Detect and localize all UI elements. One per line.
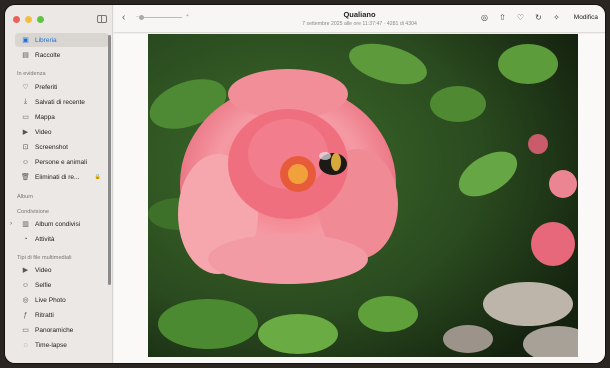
lock-icon: 🔒 <box>94 174 101 180</box>
section-condivisione: Condivisione <box>17 209 50 215</box>
sidebar-toggle-icon[interactable] <box>97 15 107 23</box>
sidebar-item-selfie[interactable]: ☺ Selfie <box>15 278 109 292</box>
sidebar-item-label: Selfie <box>35 281 52 289</box>
sidebar-item-label: Time-lapse <box>35 341 67 349</box>
sidebar-item-label: Mappa <box>35 113 55 121</box>
sidebar-item-live-photo[interactable]: ◎ Live Photo <box>15 293 109 307</box>
sidebar-item-label: Live Photo <box>35 296 66 304</box>
heart-icon: ♡ <box>22 84 29 91</box>
share-icon[interactable]: ⇧ <box>498 13 507 22</box>
live-photo-toggle-icon[interactable]: ◎ <box>480 13 489 22</box>
live-photo-icon: ◎ <box>22 297 29 304</box>
close-button[interactable] <box>13 16 20 23</box>
time-lapse-icon: ◌ <box>23 341 28 349</box>
screenshot-icon: ⊡ <box>22 144 29 151</box>
photo-viewer <box>114 34 605 363</box>
window-controls <box>13 16 44 23</box>
person-icon: ☺ <box>21 158 30 166</box>
sidebar-item-label: Preferiti <box>35 83 58 91</box>
sidebar-item-eliminati[interactable]: 🗑 Eliminati di re... 🔒 <box>15 170 109 184</box>
sidebar-item-persone[interactable]: ☺ Persone e animali <box>15 155 109 169</box>
sidebar-scrollbar[interactable] <box>108 35 111 285</box>
section-tipi: Tipi di file multimediali <box>17 255 72 261</box>
edit-button[interactable]: Modifica <box>574 14 598 21</box>
section-in-evidenza: In evidenza <box>17 71 46 77</box>
sidebar-item-label: Album condivisi <box>35 220 81 228</box>
sidebar-item-video[interactable]: ▶ Video <box>15 125 109 139</box>
sidebar-item-raccolte[interactable]: ▤ Raccolte <box>15 48 109 62</box>
sidebar-item-libreria[interactable]: ▣ Libreria <box>15 33 109 47</box>
sidebar-item-label: Salvati di recente <box>35 98 85 106</box>
toolbar: ‹ − + Qualiano 7 settembre 2025 alle ore… <box>114 5 605 33</box>
sidebar-item-ritratti[interactable]: ƒ Ritratti <box>15 308 109 322</box>
sidebar-item-label: Persone e animali <box>35 158 88 166</box>
video-icon: ▶ <box>22 267 29 274</box>
sidebar-item-video2[interactable]: ▶ Video <box>15 263 109 277</box>
selfie-icon: ☺ <box>21 281 30 289</box>
shared-album-icon: ▥ <box>22 221 29 228</box>
magic-wand-icon[interactable]: ✧ <box>552 13 561 22</box>
map-icon: ▭ <box>22 114 29 121</box>
collections-icon: ▤ <box>22 52 29 59</box>
photo-library-icon: ▣ <box>22 37 29 44</box>
sidebar-item-label: Eliminati di re... <box>35 173 80 181</box>
sidebar-item-salvati[interactable]: ⤓ Salvati di recente <box>15 95 109 109</box>
minimize-button[interactable] <box>25 16 32 23</box>
sidebar-item-preferiti[interactable]: ♡ Preferiti <box>15 80 109 94</box>
sidebar-item-label: Attività <box>35 235 55 243</box>
activity-icon: ◔ <box>23 235 28 243</box>
video-icon: ▶ <box>22 129 29 136</box>
sidebar-item-label: Video <box>35 128 52 136</box>
rotate-icon[interactable]: ↻ <box>534 13 543 22</box>
sidebar-item-album-condivisi[interactable]: ▥ Album condivisi <box>15 217 109 231</box>
sidebar-item-screenshot[interactable]: ⊡ Screenshot <box>15 140 109 154</box>
sidebar-item-label: Ritratti <box>35 311 54 319</box>
panorama-icon: ▭ <box>22 327 29 334</box>
zoom-button[interactable] <box>37 16 44 23</box>
heart-icon[interactable]: ♡ <box>516 13 525 22</box>
sidebar-item-time-lapse[interactable]: ◌ Time-lapse <box>15 338 109 352</box>
sidebar: ▣ Libreria ▤ Raccolte In evidenza ♡ Pref… <box>5 5 113 363</box>
chevron-right-icon[interactable]: › <box>10 221 12 227</box>
sidebar-item-label: Libreria <box>35 36 57 44</box>
trash-icon: 🗑 <box>21 174 30 181</box>
rose-with-bee-photo[interactable] <box>148 34 578 357</box>
sidebar-item-panoramiche[interactable]: ▭ Panoramiche <box>15 323 109 337</box>
sidebar-item-label: Panoramiche <box>35 326 74 334</box>
sidebar-item-attivita[interactable]: ◔ Attività <box>15 232 109 246</box>
portrait-icon: ƒ <box>23 311 28 319</box>
sidebar-item-label: Screenshot <box>35 143 68 151</box>
section-album: Album <box>17 194 33 200</box>
download-icon: ⤓ <box>23 98 28 105</box>
photos-window: ▣ Libreria ▤ Raccolte In evidenza ♡ Pref… <box>5 5 605 363</box>
sidebar-item-label: Raccolte <box>35 51 61 59</box>
sidebar-item-label: Video <box>35 266 52 274</box>
toolbar-actions: ◎ ⇧ ♡ ↻ ✧ <box>480 13 561 22</box>
sidebar-item-mappa[interactable]: ▭ Mappa <box>15 110 109 124</box>
